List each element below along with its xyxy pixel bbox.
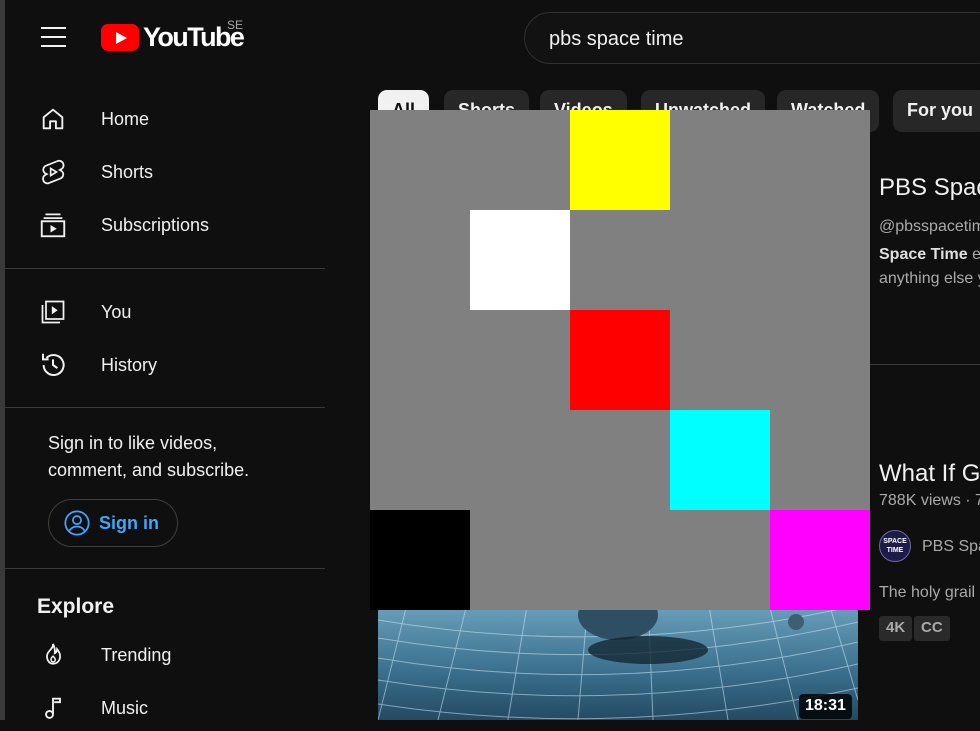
meta-separator: ·: [960, 492, 976, 509]
search-input[interactable]: [547, 24, 971, 54]
sidebar-item-label: History: [101, 354, 158, 375]
color-grid-overlay: [370, 110, 870, 610]
video-result-title[interactable]: What If Gr: [879, 460, 980, 488]
play-logo-icon: [101, 24, 139, 51]
video-description: The holy grail o: [879, 584, 980, 601]
yellow-square: [570, 110, 670, 210]
upload-age: 7: [975, 492, 980, 509]
menu-icon: [41, 27, 66, 29]
guide-menu-button[interactable]: [41, 27, 66, 47]
channel-description-highlight: Space Time: [879, 246, 968, 263]
cyan-square: [670, 410, 770, 510]
signin-button[interactable]: Sign in: [48, 499, 178, 547]
channel-description: Space Time ex: [879, 246, 980, 264]
sidebar-divider: [5, 407, 325, 408]
sidebar-item-trending[interactable]: Trending: [36, 632, 326, 678]
sidebar-item-home[interactable]: Home: [36, 96, 326, 142]
video-channel-name[interactable]: PBS Spa: [922, 538, 980, 556]
account-icon: [64, 510, 90, 536]
sidebar-item-shorts[interactable]: Shorts: [36, 149, 326, 195]
video-metadata: 788K views · 7: [879, 492, 980, 510]
channel-avatar[interactable]: SPACE TIME: [879, 530, 911, 562]
home-icon: [36, 102, 70, 136]
search-box[interactable]: [524, 12, 980, 64]
channel-description-line: anything else y: [879, 270, 980, 287]
sidebar-item-label: Home: [101, 108, 150, 129]
subscriptions-icon: [36, 208, 70, 242]
spacetime-grid-image: [378, 600, 858, 720]
red-square: [570, 310, 670, 410]
signin-prompt: Sign in to like videos, comment, and sub…: [48, 433, 250, 480]
sidebar-item-history[interactable]: History: [36, 342, 326, 388]
sidebar-item-music[interactable]: Music: [36, 685, 326, 731]
channel-handle: @pbsspacetim: [879, 218, 980, 235]
sidebar-item-label: Music: [101, 697, 149, 718]
sidebar-item-label: You: [101, 301, 132, 322]
sidebar-item-subscriptions[interactable]: Subscriptions: [36, 202, 326, 248]
signin-button-label: Sign in: [99, 512, 159, 533]
your-channel-icon: [36, 295, 70, 329]
video-duration: 18:31: [799, 694, 852, 719]
channel-result-title[interactable]: PBS Spac: [879, 174, 980, 202]
black-square: [370, 510, 470, 610]
badge-4k: 4K: [879, 616, 913, 641]
magenta-square: [770, 510, 870, 610]
chip-for-you[interactable]: For you: [893, 90, 980, 132]
sidebar-item-label: Shorts: [101, 161, 154, 182]
sidebar-item-you[interactable]: You: [36, 289, 326, 335]
sidebar-item-label: Subscriptions: [101, 214, 210, 235]
video-thumbnail[interactable]: [378, 600, 858, 720]
youtube-logo[interactable]: YouTube: [101, 22, 245, 53]
sidebar-divider: [5, 568, 325, 569]
shorts-icon: [36, 155, 70, 189]
explore-heading: Explore: [37, 595, 115, 618]
results-divider: [870, 364, 980, 365]
channel-description-text: ex: [972, 246, 980, 263]
sidebar-item-label: Trending: [101, 644, 172, 665]
view-count: 788K views: [879, 492, 961, 509]
window-edge: [0, 0, 5, 720]
trending-fire-icon: [36, 638, 70, 672]
badge-cc: CC: [914, 616, 950, 641]
history-icon: [36, 348, 70, 382]
country-code: SE: [227, 18, 244, 32]
white-square: [470, 210, 570, 310]
sidebar-divider: [5, 268, 325, 269]
